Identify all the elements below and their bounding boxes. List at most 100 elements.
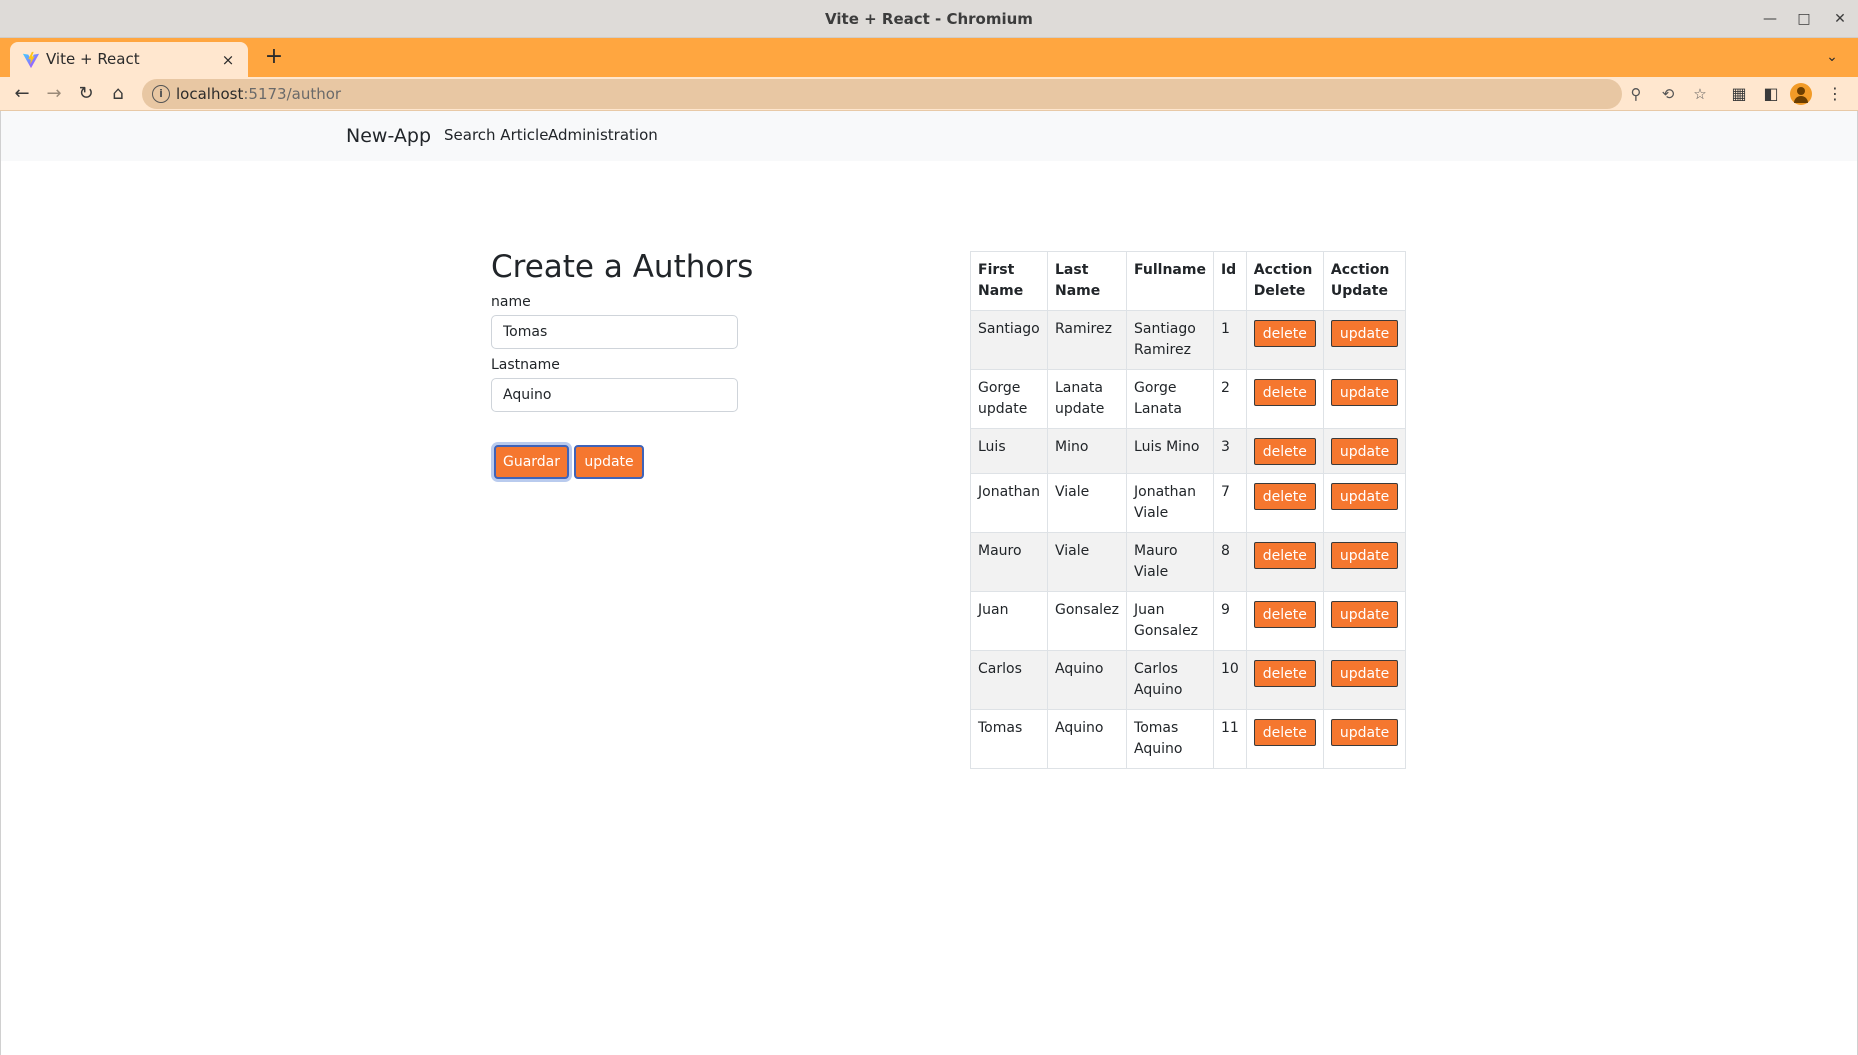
delete-row-button[interactable]: delete xyxy=(1253,483,1316,510)
url-host: localhost xyxy=(176,85,244,103)
cell-action-update: update xyxy=(1322,369,1407,429)
cell-action-delete: delete xyxy=(1245,532,1324,592)
table-row: Mauro Viale Mauro Viale 8 delete update xyxy=(970,532,1407,592)
cell-action-update: update xyxy=(1322,310,1407,370)
cell-fullname: Carlos Aquino xyxy=(1126,650,1214,710)
delete-row-button[interactable]: delete xyxy=(1253,320,1316,347)
bookmark-star-icon[interactable]: ☆ xyxy=(1690,84,1710,104)
cell-fullname: Jonathan Viale xyxy=(1126,473,1214,533)
cell-last-name: Aquino xyxy=(1046,650,1128,710)
delete-row-button[interactable]: delete xyxy=(1253,438,1316,465)
maximize-icon[interactable]: □ xyxy=(1794,9,1814,29)
save-button[interactable]: Guardar xyxy=(494,445,569,479)
tab-active[interactable]: Vite + React × xyxy=(10,42,248,77)
delete-row-button[interactable]: delete xyxy=(1253,660,1316,687)
table-header-row: First Name Last Name Fullname Id Acction… xyxy=(970,251,1407,311)
share-icon[interactable]: ⟲ xyxy=(1658,84,1678,104)
minimize-icon[interactable]: — xyxy=(1760,9,1780,29)
browser-toolbar: ← → ↻ ⌂ i localhost:5173/author ⚲ ⟲ ☆ ▦ … xyxy=(0,77,1858,111)
cell-last-name: Viale xyxy=(1046,473,1128,533)
table-row: Jonathan Viale Jonathan Viale 7 delete update xyxy=(970,473,1407,533)
cell-id: 8 xyxy=(1212,532,1247,592)
lastname-label: Lastname xyxy=(491,357,560,373)
navbar-brand[interactable]: New-App xyxy=(346,111,431,161)
nav-link-administration[interactable]: Administration xyxy=(548,111,658,161)
update-row-button[interactable]: update xyxy=(1330,438,1399,465)
cell-action-update: update xyxy=(1322,473,1407,533)
cell-action-delete: delete xyxy=(1245,709,1324,769)
cell-action-delete: delete xyxy=(1245,310,1324,370)
window-title: Vite + React - Chromium xyxy=(825,10,1033,28)
form-update-button[interactable]: update xyxy=(574,445,644,479)
update-row-button[interactable]: update xyxy=(1330,719,1399,746)
header-action-delete: Acction Delete xyxy=(1245,251,1324,311)
update-row-button[interactable]: update xyxy=(1330,483,1399,510)
reload-icon[interactable]: ↻ xyxy=(73,81,99,107)
table-body: Santiago Ramirez Santiago Ramirez 1 delete up… xyxy=(970,310,1407,769)
cell-first-name: Carlos xyxy=(970,650,1048,710)
forward-icon[interactable]: → xyxy=(41,81,67,107)
header-action-update: Acction Update xyxy=(1322,251,1407,311)
update-row-button[interactable]: update xyxy=(1330,379,1399,406)
update-row-button[interactable]: update xyxy=(1330,542,1399,569)
authors-table-wrap: First Name Last Name Fullname Id Acction… xyxy=(970,251,1407,769)
cell-action-update: update xyxy=(1322,532,1407,592)
authors-table: First Name Last Name Fullname Id Acction… xyxy=(970,251,1407,769)
url-path: :5173/author xyxy=(243,85,342,103)
cell-id: 1 xyxy=(1212,310,1247,370)
delete-row-button[interactable]: delete xyxy=(1253,542,1316,569)
profile-avatar-icon[interactable] xyxy=(1790,83,1812,105)
header-last-name: Last Name xyxy=(1046,251,1128,311)
cell-first-name: Luis xyxy=(970,428,1048,474)
tab-close-icon[interactable]: × xyxy=(218,50,238,70)
cell-fullname: Tomas Aquino xyxy=(1126,709,1214,769)
address-bar[interactable]: i localhost:5173/author ⚲ ⟲ ☆ xyxy=(142,79,1707,109)
table-row: Carlos Aquino Carlos Aquino 10 delete update xyxy=(970,650,1407,710)
cell-first-name: Gorge update xyxy=(970,369,1048,429)
cell-last-name: Gonsalez xyxy=(1046,591,1128,651)
extensions-icon[interactable]: ▦ xyxy=(1728,83,1750,105)
vite-logo-icon xyxy=(22,51,40,69)
cell-action-update: update xyxy=(1322,591,1407,651)
cell-first-name: Juan xyxy=(970,591,1048,651)
table-row: Juan Gonsalez Juan Gonsalez 9 delete update xyxy=(970,591,1407,651)
cell-action-update: update xyxy=(1322,428,1407,474)
delete-row-button[interactable]: delete xyxy=(1253,601,1316,628)
back-icon[interactable]: ← xyxy=(9,81,35,107)
table-row: Tomas Aquino Tomas Aquino 11 delete update xyxy=(970,709,1407,769)
lastname-input[interactable] xyxy=(491,378,738,412)
cell-last-name: Aquino xyxy=(1046,709,1128,769)
update-row-button[interactable]: update xyxy=(1330,660,1399,687)
cell-last-name: Viale xyxy=(1046,532,1128,592)
header-id: Id xyxy=(1212,251,1247,311)
app-navbar: New-App Search Article Administration xyxy=(1,111,1857,161)
name-input[interactable] xyxy=(491,315,738,349)
browser-menu-icon[interactable]: ⋮ xyxy=(1824,83,1846,105)
cell-id: 10 xyxy=(1212,650,1247,710)
url-text[interactable]: localhost:5173/author xyxy=(176,79,341,109)
update-row-button[interactable]: update xyxy=(1330,601,1399,628)
cell-action-update: update xyxy=(1322,709,1407,769)
site-info-icon[interactable]: i xyxy=(152,85,170,103)
table-row: Gorge update Lanata update Gorge Lanata 2 de… xyxy=(970,369,1407,429)
home-icon[interactable]: ⌂ xyxy=(105,81,131,107)
cell-fullname: Luis Mino xyxy=(1126,428,1214,474)
nav-link-search-article[interactable]: Search Article xyxy=(444,111,548,161)
side-panel-icon[interactable]: ◧ xyxy=(1760,83,1782,105)
cell-first-name: Jonathan xyxy=(970,473,1048,533)
cell-id: 7 xyxy=(1212,473,1247,533)
cell-action-delete: delete xyxy=(1245,650,1324,710)
delete-row-button[interactable]: delete xyxy=(1253,379,1316,406)
zoom-icon[interactable]: ⚲ xyxy=(1626,84,1646,104)
delete-row-button[interactable]: delete xyxy=(1253,719,1316,746)
table-row: Luis Mino Luis Mino 3 delete update xyxy=(970,428,1407,474)
tab-search-chevron-icon[interactable]: ⌄ xyxy=(1820,45,1844,69)
tab-title: Vite + React xyxy=(46,50,140,68)
cell-first-name: Santiago xyxy=(970,310,1048,370)
form-title: Create a Authors xyxy=(491,249,754,285)
new-tab-icon[interactable]: + xyxy=(262,45,286,69)
close-window-icon[interactable]: ✕ xyxy=(1830,9,1850,29)
update-row-button[interactable]: update xyxy=(1330,320,1399,347)
cell-action-delete: delete xyxy=(1245,473,1324,533)
cell-fullname: Gorge Lanata xyxy=(1126,369,1214,429)
